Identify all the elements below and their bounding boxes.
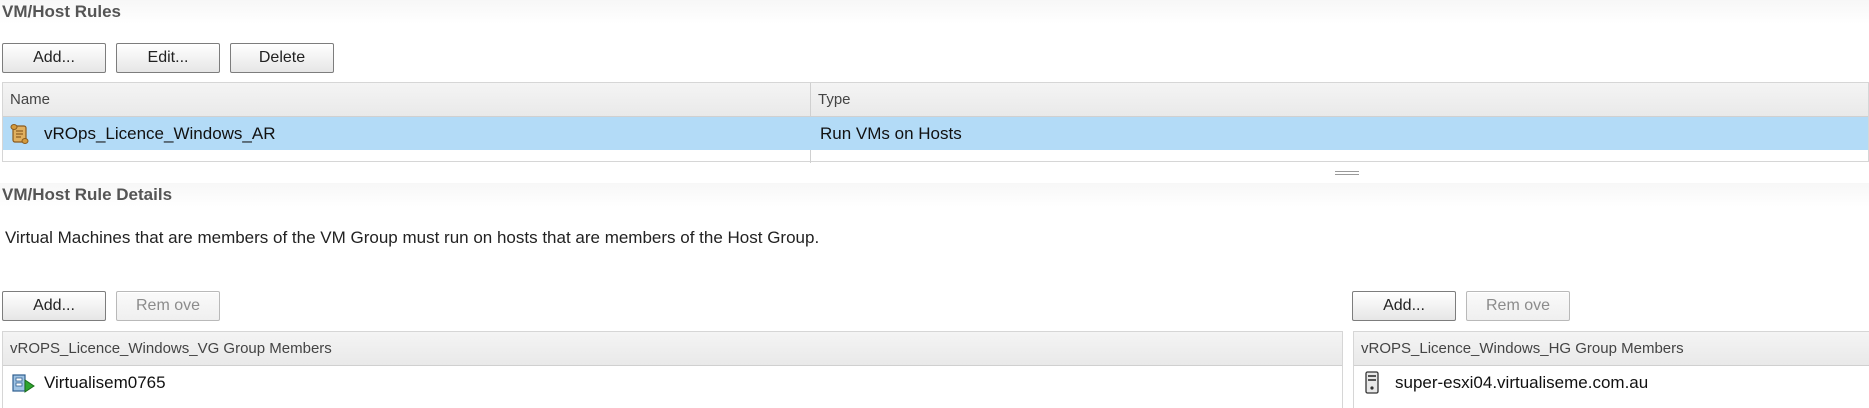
delete-rule-button[interactable]: Delete: [230, 43, 334, 73]
host-group-members-table: vROPS_Licence_Windows_HG Group Members s…: [1353, 331, 1869, 408]
vm-member-name: Virtualisem0765: [44, 373, 166, 392]
details-section-title: VM/Host Rule Details: [0, 183, 1869, 207]
remove-host-member-button[interactable]: Rem ove: [1466, 291, 1570, 321]
add-rule-button[interactable]: Add...: [2, 43, 106, 73]
rules-table: Name Type vROps_Licence_Windows_AR Run V…: [2, 82, 1869, 163]
rule-row[interactable]: vROps_Licence_Windows_AR Run VMs on Host…: [3, 117, 1868, 150]
rules-table-header: Name Type: [3, 83, 1868, 117]
vm-group-members-table: vROPS_Licence_Windows_VG Group Members V…: [2, 331, 1343, 408]
host-group-members-header: vROPS_Licence_Windows_HG Group Members: [1354, 332, 1869, 366]
host-member-name: super-esxi04.virtualiseme.com.au: [1395, 373, 1649, 392]
host-member-row[interactable]: super-esxi04.virtualiseme.com.au: [1354, 366, 1869, 399]
column-header-type[interactable]: Type: [811, 83, 1811, 116]
esxi-host-icon: [1363, 371, 1381, 406]
rule-description: Virtual Machines that are members of the…: [5, 228, 820, 247]
rule-scroll-icon: [10, 123, 30, 156]
add-host-member-button[interactable]: Add...: [1352, 291, 1456, 321]
rule-type-cell: Run VMs on Hosts: [820, 124, 962, 143]
rule-name-cell: vROps_Licence_Windows_AR: [44, 124, 276, 143]
rules-section-title: VM/Host Rules: [0, 0, 1869, 24]
column-header-name[interactable]: Name: [3, 83, 810, 116]
remove-vm-member-button[interactable]: Rem ove: [116, 291, 220, 321]
add-vm-member-button[interactable]: Add...: [2, 291, 106, 321]
vm-powered-on-icon: [11, 372, 35, 405]
vm-group-members-header: vROPS_Licence_Windows_VG Group Members: [3, 332, 1342, 366]
pane-splitter-handle[interactable]: [1335, 171, 1359, 179]
vm-member-row[interactable]: Virtualisem0765: [3, 366, 1342, 399]
edit-rule-button[interactable]: Edit...: [116, 43, 220, 73]
